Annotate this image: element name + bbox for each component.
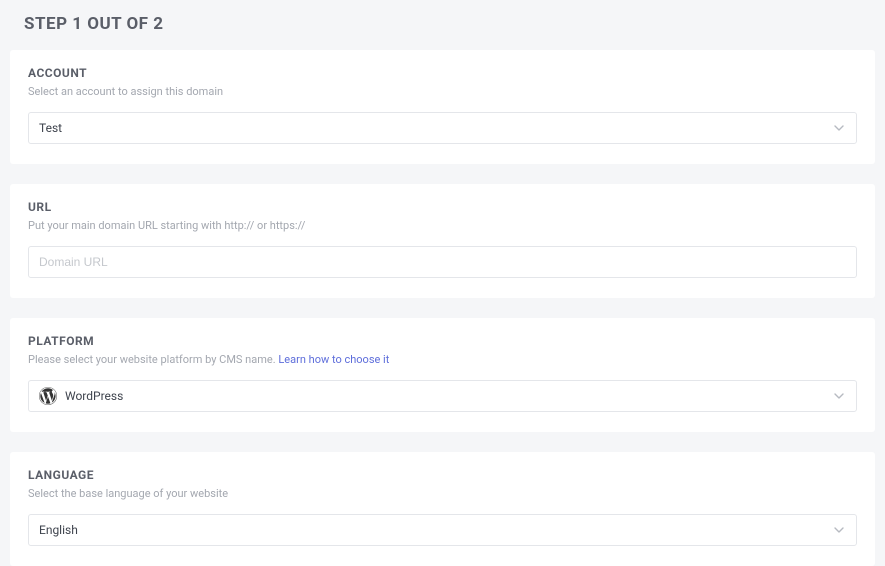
- platform-select[interactable]: WordPress: [28, 380, 857, 412]
- platform-desc: Please select your website platform by C…: [28, 353, 278, 366]
- url-input[interactable]: [28, 246, 857, 278]
- url-title: URL: [28, 200, 857, 214]
- url-card: URL Put your main domain URL starting wi…: [10, 184, 875, 298]
- account-select[interactable]: Test: [28, 112, 857, 144]
- url-desc: Put your main domain URL starting with h…: [28, 219, 857, 232]
- language-title: LANGUAGE: [28, 468, 857, 482]
- account-desc: Select an account to assign this domain: [28, 85, 857, 98]
- platform-desc-wrap: Please select your website platform by C…: [28, 353, 857, 366]
- account-title: ACCOUNT: [28, 66, 857, 80]
- step-header: STEP 1 OUT OF 2: [10, 10, 875, 50]
- language-card: LANGUAGE Select the base language of you…: [10, 452, 875, 566]
- language-desc: Select the base language of your website: [28, 487, 857, 500]
- account-card: ACCOUNT Select an account to assign this…: [10, 50, 875, 164]
- account-select-value: Test: [39, 121, 832, 135]
- platform-learn-link[interactable]: Learn how to choose it: [278, 353, 389, 366]
- language-select-value: English: [39, 523, 832, 537]
- wordpress-icon: [39, 387, 57, 405]
- platform-select-value: WordPress: [65, 389, 832, 403]
- platform-card: PLATFORM Please select your website plat…: [10, 318, 875, 432]
- chevron-down-icon: [832, 121, 846, 135]
- platform-title: PLATFORM: [28, 334, 857, 348]
- chevron-down-icon: [832, 389, 846, 403]
- language-select[interactable]: English: [28, 514, 857, 546]
- chevron-down-icon: [832, 523, 846, 537]
